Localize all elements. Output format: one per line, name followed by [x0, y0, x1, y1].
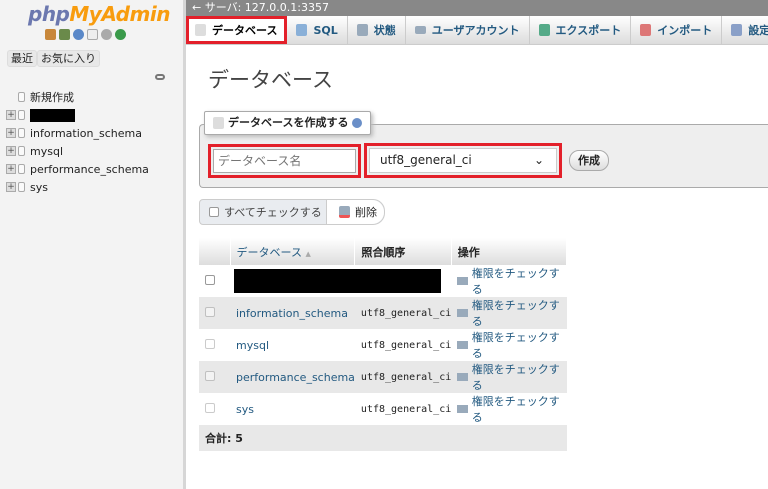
tree-item-redacted[interactable]: +: [6, 106, 149, 124]
privileges-icon: [457, 277, 468, 285]
database-icon: [18, 164, 25, 174]
help-icon[interactable]: [73, 29, 84, 40]
recent-button[interactable]: 最近: [7, 50, 37, 67]
export-icon: [538, 24, 550, 36]
expand-icon[interactable]: +: [6, 146, 16, 156]
table-footer: 合計: 5: [199, 425, 567, 451]
total-count: 合計: 5: [199, 425, 567, 451]
tab-import[interactable]: インポート: [631, 16, 723, 44]
column-header-collation: 照合順序: [354, 238, 452, 265]
database-icon: [18, 128, 25, 138]
delete-icon: [339, 206, 350, 218]
delete-button[interactable]: 削除: [326, 200, 384, 224]
database-icon: [18, 182, 25, 192]
users-icon: [414, 26, 426, 34]
status-icon: [356, 24, 368, 36]
row-checkbox[interactable]: [205, 370, 215, 381]
help-icon[interactable]: [352, 118, 363, 128]
tab-settings[interactable]: 設定: [722, 16, 768, 44]
database-icon: [18, 110, 25, 120]
expand-icon[interactable]: +: [6, 128, 16, 138]
tab-databases[interactable]: データベース: [186, 16, 288, 44]
server-breadcrumb[interactable]: ← サーバ: 127.0.0.1:3357: [186, 0, 768, 16]
table-row: performance_schema utf8_general_ci 権限をチェ…: [199, 361, 567, 393]
check-all-checkbox[interactable]: すべてチェックする: [200, 204, 326, 220]
new-database-icon: [213, 117, 224, 129]
check-privileges-link[interactable]: 権限をチェックする: [457, 393, 566, 425]
sql-icon: [296, 24, 308, 36]
favorites-button[interactable]: お気に入り: [37, 50, 100, 67]
tree-item[interactable]: + performance_schema: [6, 160, 149, 178]
database-icon: [18, 146, 25, 156]
checkbox[interactable]: [209, 207, 219, 217]
table-row: mysql utf8_general_ci 権限をチェックする: [199, 329, 567, 361]
databases-table: データベース ▲ 照合順序 操作 権限をチェックする information_s…: [199, 238, 568, 451]
database-name-input[interactable]: [213, 149, 356, 173]
database-icon: [195, 24, 206, 36]
reload-icon[interactable]: [115, 29, 126, 40]
docs-icon[interactable]: [87, 29, 98, 40]
redacted-name: [30, 108, 75, 122]
redacted-row: [234, 269, 441, 293]
row-checkbox[interactable]: [205, 402, 215, 413]
tree-item[interactable]: + mysql: [6, 142, 149, 160]
tree-item[interactable]: + sys: [6, 178, 149, 196]
privileges-icon: [457, 405, 468, 413]
check-privileges-link[interactable]: 権限をチェックする: [457, 265, 566, 297]
privileges-icon: [457, 373, 468, 381]
page-title: データベース: [208, 68, 333, 92]
tree-item-new[interactable]: 新規作成: [6, 88, 149, 106]
tab-bar: データベース SQL 状態 ユーザアカウント エクスポート インポート 設定: [186, 16, 768, 45]
chevron-down-icon: ⌄: [533, 153, 544, 167]
expand-icon[interactable]: +: [6, 164, 16, 174]
expand-icon[interactable]: +: [6, 182, 16, 192]
wrench-icon: [731, 24, 743, 36]
tab-status[interactable]: 状態: [348, 16, 406, 44]
database-link[interactable]: information_schema: [236, 307, 348, 320]
check-privileges-link[interactable]: 権限をチェックする: [457, 329, 566, 361]
sort-asc-icon: ▲: [305, 249, 311, 258]
check-privileges-link[interactable]: 権限をチェックする: [457, 297, 566, 329]
column-header-action: 操作: [451, 238, 568, 265]
navigation-sidebar: phpMyAdmin 最近 お気に入り 新規作成 + + information_…: [0, 0, 186, 489]
row-checkbox[interactable]: [205, 274, 215, 285]
home-icon[interactable]: [45, 29, 56, 40]
back-arrow-icon[interactable]: ←: [192, 1, 205, 14]
gear-icon[interactable]: [101, 29, 112, 40]
new-db-icon: [18, 92, 25, 102]
tab-export[interactable]: エクスポート: [530, 16, 632, 44]
bulk-actions: すべてチェックする 削除: [199, 199, 385, 225]
import-icon: [640, 24, 652, 36]
database-tree: 新規作成 + + information_schema + mysql + perfo…: [6, 88, 149, 196]
tree-item[interactable]: + information_schema: [6, 124, 149, 142]
row-checkbox[interactable]: [205, 306, 215, 317]
logout-icon[interactable]: [59, 29, 70, 40]
link-icon[interactable]: [155, 74, 165, 80]
row-checkbox[interactable]: [205, 338, 215, 349]
create-button[interactable]: 作成: [569, 150, 609, 171]
database-link[interactable]: mysql: [236, 339, 269, 352]
privileges-icon: [457, 341, 468, 349]
tab-sql[interactable]: SQL: [287, 16, 348, 44]
expand-icon[interactable]: +: [6, 110, 16, 120]
table-row: 権限をチェックする: [199, 265, 567, 297]
check-privileges-link[interactable]: 権限をチェックする: [457, 361, 566, 393]
privileges-icon: [457, 309, 468, 317]
tab-user-accounts[interactable]: ユーザアカウント: [406, 16, 530, 44]
phpmyadmin-logo[interactable]: phpMyAdmin: [28, 2, 170, 26]
collation-select[interactable]: utf8_general_ci ⌄: [369, 148, 557, 173]
create-database-legend: データベースを作成する: [204, 111, 372, 135]
column-header-database[interactable]: データベース ▲: [230, 238, 356, 265]
table-row: sys utf8_general_ci 権限をチェックする: [199, 393, 567, 425]
table-row: information_schema utf8_general_ci 権限をチェ…: [199, 297, 567, 329]
database-link[interactable]: performance_schema: [236, 371, 355, 384]
database-link[interactable]: sys: [236, 403, 254, 416]
